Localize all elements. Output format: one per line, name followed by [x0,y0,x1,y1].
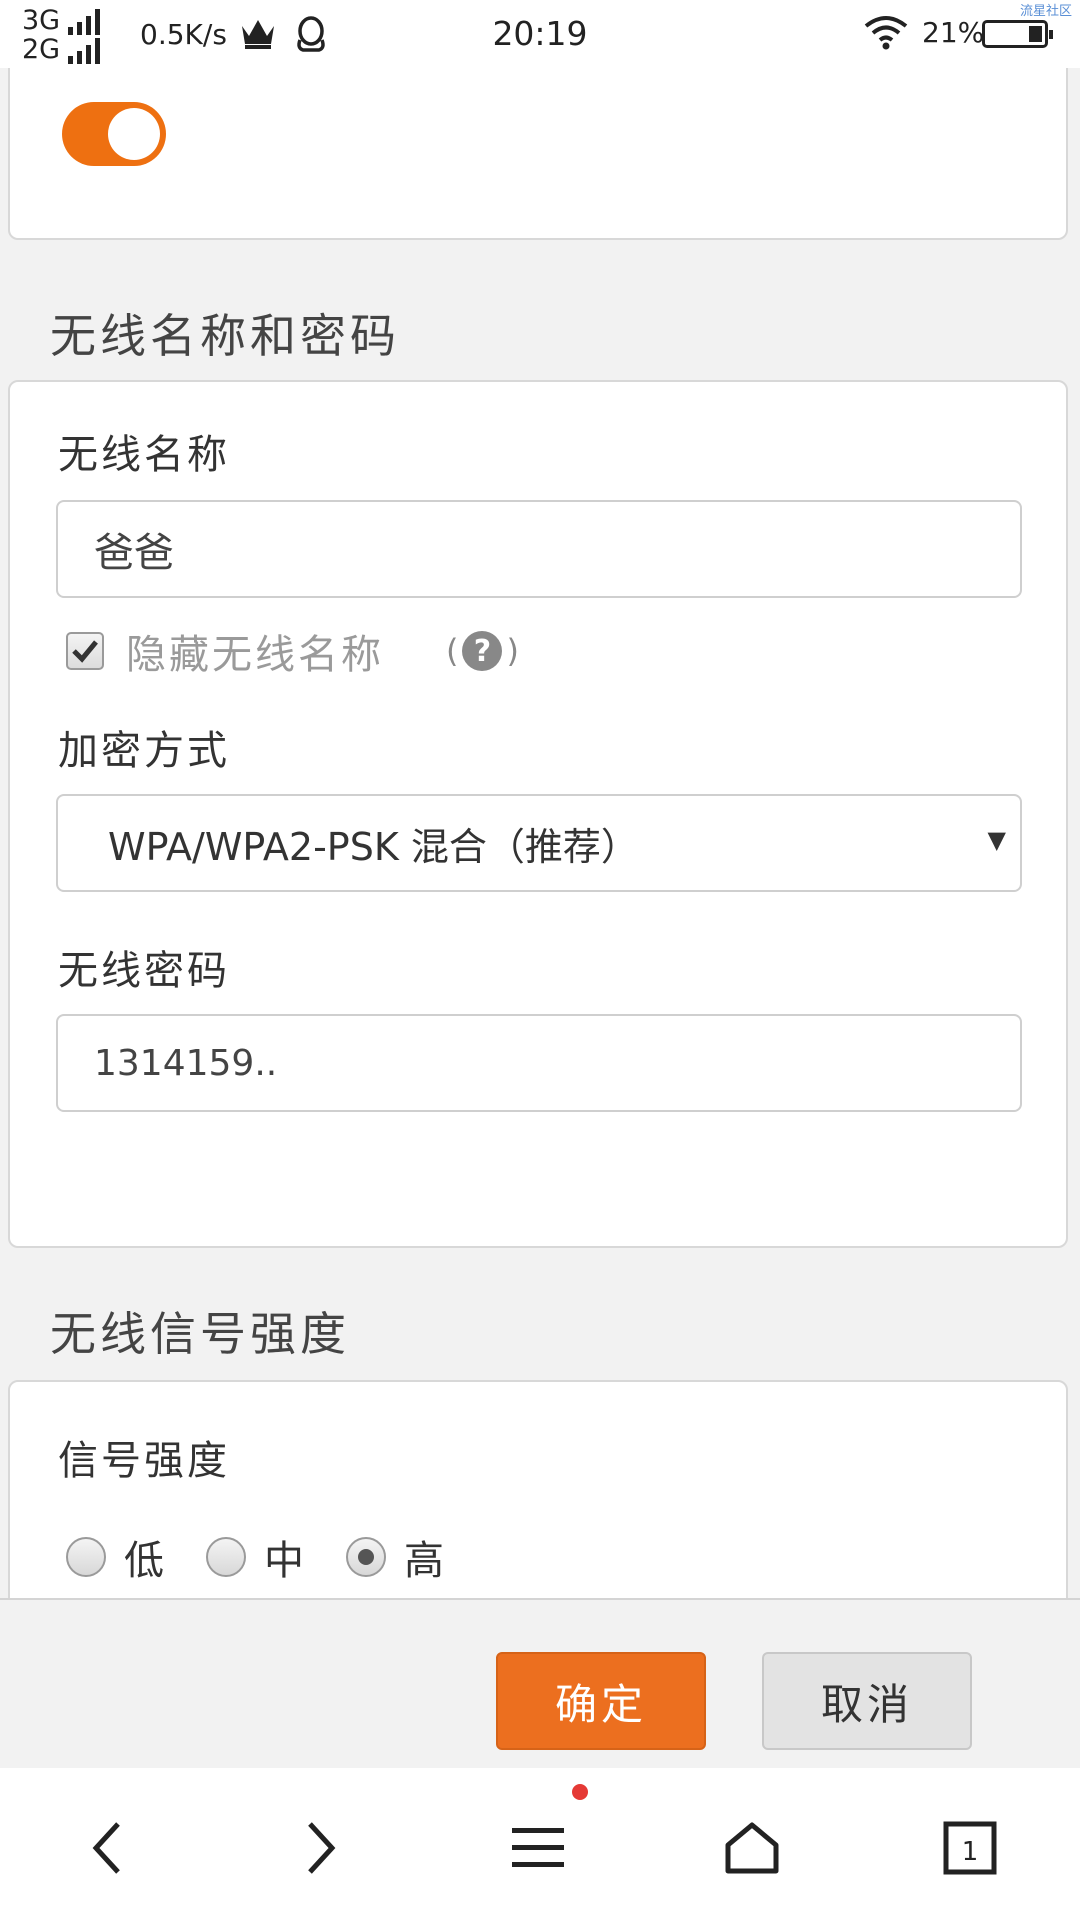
home-icon[interactable] [712,1808,792,1888]
signal-radio-group: 低 中 高 [66,1528,486,1586]
radio-high[interactable] [346,1537,386,1577]
action-bar: 确定 取消 [0,1598,1080,1750]
hide-name-checkbox[interactable] [66,632,104,670]
radio-low[interactable] [66,1537,106,1577]
watermark-text: 流星社区 [1019,4,1072,19]
notification-dot [572,1784,588,1800]
help-icon: ? [462,631,503,671]
check-icon [72,640,98,663]
radio-medium[interactable] [206,1537,246,1577]
signal-card: 信号强度 低 中 高 [8,1380,1068,1628]
wifi-icon [862,14,910,54]
cancel-button[interactable]: 取消 [762,1652,972,1750]
section-title-name-password: 无线名称和密码 [50,309,400,363]
battery-icon [982,20,1053,48]
radio-high-label: 高 [404,1538,444,1584]
clock: 20:19 [492,14,588,53]
settings-content: 无线名称和密码 无线名称 爸爸 隐藏无线名称 ( ? ) 加密方式 WPA/WP… [0,68,1080,1628]
help-button[interactable]: ( ? ) [446,631,519,671]
help-symbol: ? [473,633,492,669]
browser-nav-bar: 1 [0,1768,1080,1920]
hide-name-row: 隐藏无线名称 ( ? ) [66,622,519,680]
section-title-signal: 无线信号强度 [50,1307,350,1361]
wifi-name-input[interactable]: 爸爸 [56,500,1022,598]
battery-percent: 21% [922,16,985,49]
password-label: 无线密码 [58,948,230,994]
forward-icon[interactable] [280,1808,360,1888]
help-paren-close: ) [506,632,519,670]
tabs-icon[interactable]: 1 [930,1808,1010,1888]
help-paren-open: ( [446,632,459,670]
encryption-select[interactable]: WPA/WPA2-PSK 混合（推荐） ▼ [56,794,1022,892]
wireless-switch-card [8,68,1068,240]
name-password-card: 无线名称 爸爸 隐藏无线名称 ( ? ) 加密方式 WPA/WPA2-PSK 混… [8,380,1068,1248]
toggle-knob [108,108,160,160]
confirm-button[interactable]: 确定 [496,1652,706,1750]
dropdown-arrow-icon: ▼ [987,826,1006,854]
wireless-toggle[interactable] [62,102,166,166]
back-icon[interactable] [68,1808,148,1888]
hide-name-label: 隐藏无线名称 [126,632,384,678]
wifi-name-label: 无线名称 [58,432,230,478]
radio-low-label: 低 [124,1538,164,1584]
tab-count: 1 [962,1837,979,1867]
signal-label: 信号强度 [58,1438,230,1484]
encryption-label: 加密方式 [58,728,230,774]
status-bar: 3G 2G 0.5K/s 20:19 21% 流星社区 [0,0,1080,68]
radio-medium-label: 中 [264,1538,304,1584]
menu-icon[interactable] [498,1808,578,1888]
password-input[interactable]: 1314159.. [56,1014,1022,1112]
encryption-selected-value: WPA/WPA2-PSK 混合（推荐） [108,824,639,869]
